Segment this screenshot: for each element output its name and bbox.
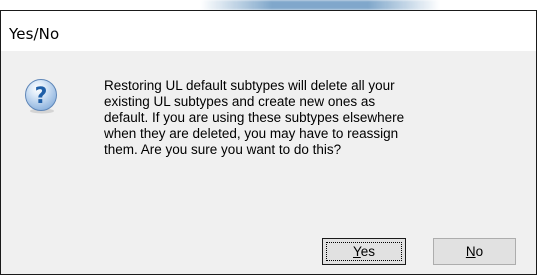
dialog-title: Yes/No — [9, 25, 60, 43]
no-button[interactable]: No — [433, 238, 516, 265]
yes-button[interactable]: Yes — [322, 238, 406, 265]
no-button-mnemonic: N — [465, 244, 476, 259]
dialog-message: Restoring UL default subtypes will delet… — [104, 78, 405, 157]
yes-button-focus-ring — [326, 242, 402, 261]
dialog-titlebar[interactable]: Yes/No — [1, 11, 536, 49]
no-button-label: No — [466, 244, 483, 259]
svg-text:?: ? — [35, 84, 48, 109]
yes-no-dialog: Yes/No ? Restoring UL default subtypes w… — [0, 10, 537, 275]
dialog-body: ? Restoring UL default subtypes will del… — [1, 51, 536, 274]
question-icon: ? — [25, 79, 57, 114]
background-window-title-fragment — [200, 0, 440, 10]
no-button-label-rest: o — [475, 244, 484, 259]
